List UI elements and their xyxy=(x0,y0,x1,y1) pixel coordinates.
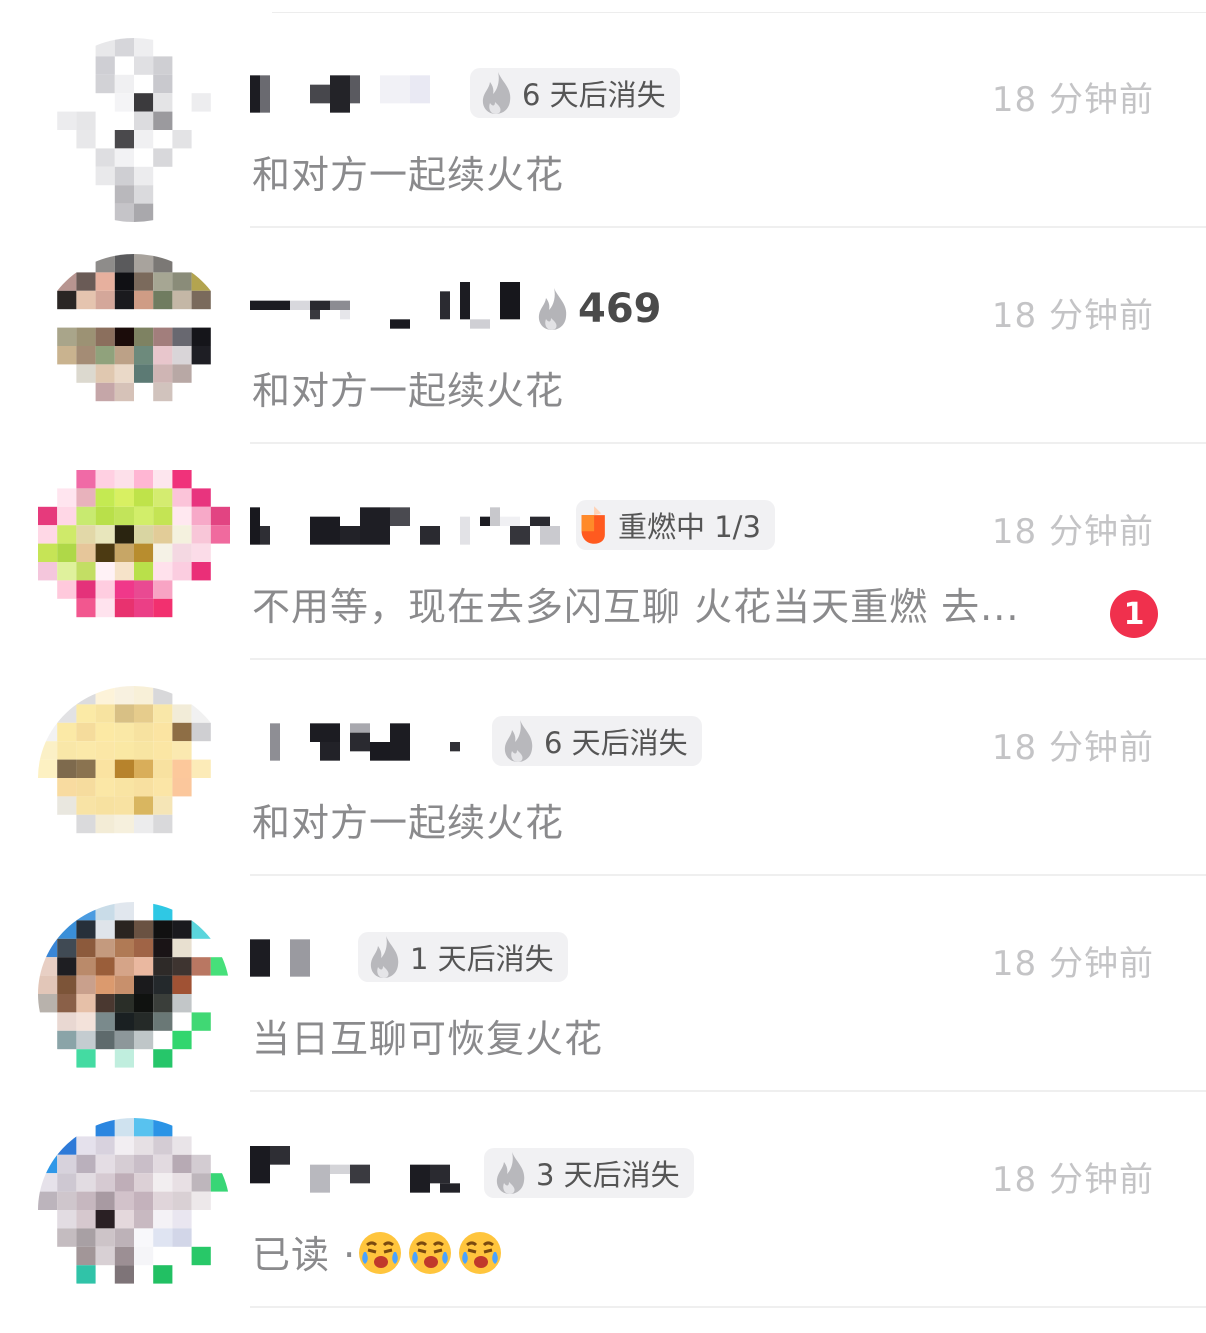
badge-text: 重燃中 1/3 xyxy=(618,510,761,544)
read-receipt-text: 已读 · xyxy=(252,1233,357,1277)
flame-icon-gray xyxy=(478,70,516,116)
streak-count: 469 xyxy=(578,286,662,332)
timestamp: 18 分钟前 xyxy=(991,1160,1154,1200)
contact-name-pixelated[interactable] xyxy=(250,1146,470,1202)
unread-badge: 1 xyxy=(1110,590,1158,638)
contact-name-pixelated[interactable] xyxy=(250,282,530,338)
chat-row[interactable]: 重燃中 1/3 18 分钟前 不用等，现在去多闪互聊 火花当天重燃 去... 1 xyxy=(0,444,1206,660)
timestamp: 18 分钟前 xyxy=(991,80,1154,120)
flame-icon-gray xyxy=(492,1150,530,1196)
contact-name-pixelated[interactable] xyxy=(250,66,470,122)
flame-icon-gray xyxy=(534,286,572,332)
flame-icon-gray xyxy=(500,718,538,764)
spark-badge: 6 天后消失 xyxy=(470,68,680,118)
chat-row[interactable]: 3 天后消失 18 分钟前 已读 · xyxy=(0,1092,1206,1308)
chat-row[interactable]: 469 18 分钟前 和对方一起续火花 xyxy=(0,228,1206,444)
timestamp: 18 分钟前 xyxy=(991,296,1154,336)
avatar[interactable] xyxy=(38,254,230,438)
badge-text: 1 天后消失 xyxy=(410,942,554,976)
avatar[interactable] xyxy=(38,470,230,654)
timestamp: 18 分钟前 xyxy=(991,944,1154,984)
spark-badge: 3 天后消失 xyxy=(484,1148,694,1198)
chat-row[interactable]: 6 天后消失 18 分钟前 和对方一起续火花 xyxy=(0,660,1206,876)
flame-icon-gray xyxy=(366,934,404,980)
spark-badge: 6 天后消失 xyxy=(492,716,702,766)
message-preview: 和对方一起续火花 xyxy=(252,153,565,197)
spark-badge: 1 天后消失 xyxy=(358,932,568,982)
chat-row[interactable]: 1 天后消失 18 分钟前 当日互聊可恢复火花 xyxy=(0,876,1206,1092)
badge-text: 6 天后消失 xyxy=(522,78,666,112)
timestamp: 18 分钟前 xyxy=(991,728,1154,768)
message-preview: 已读 · xyxy=(252,1224,506,1279)
chat-list: 6 天后消失 18 分钟前 和对方一起续火花 469 18 分钟前 和对方一起续… xyxy=(0,0,1206,1333)
spark-streak: 469 xyxy=(534,284,662,334)
message-preview: 和对方一起续火花 xyxy=(252,801,565,845)
message-preview: 不用等，现在去多闪互聊 火花当天重燃 去... xyxy=(252,585,1020,629)
avatar[interactable] xyxy=(38,902,230,1086)
flame-icon-orange xyxy=(578,502,612,548)
badge-text: 3 天后消失 xyxy=(536,1158,680,1192)
message-preview: 当日互聊可恢复火花 xyxy=(252,1017,604,1061)
avatar[interactable] xyxy=(38,1118,230,1302)
badge-text: 6 天后消失 xyxy=(544,726,688,760)
timestamp: 18 分钟前 xyxy=(991,512,1154,552)
cry-emoji xyxy=(456,1228,504,1276)
cry-emoji xyxy=(356,1228,404,1276)
contact-name-pixelated[interactable] xyxy=(250,498,570,554)
contact-name-pixelated[interactable] xyxy=(250,714,490,770)
avatar[interactable] xyxy=(38,38,230,222)
chat-row[interactable]: 6 天后消失 18 分钟前 和对方一起续火花 xyxy=(0,12,1206,228)
contact-name-pixelated[interactable] xyxy=(250,930,370,986)
reignite-badge: 重燃中 1/3 xyxy=(576,500,775,550)
avatar[interactable] xyxy=(38,686,230,870)
message-preview: 和对方一起续火花 xyxy=(252,369,565,413)
cry-emoji xyxy=(406,1228,454,1276)
